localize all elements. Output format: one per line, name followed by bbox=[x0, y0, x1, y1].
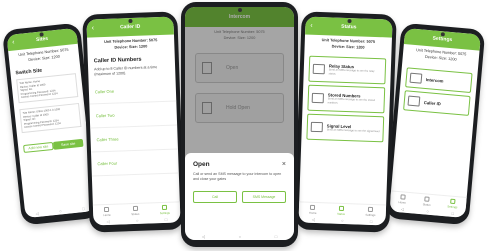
relay-status-card[interactable]: Relay Status Send an SMS message to see t… bbox=[308, 55, 387, 85]
caller-id-section-title: Caller ID Numbers bbox=[93, 56, 142, 65]
intercom-card[interactable]: Intercom bbox=[405, 67, 473, 94]
back-icon[interactable]: ◁ bbox=[312, 217, 315, 222]
close-icon[interactable]: × bbox=[282, 161, 286, 168]
modal-text: Call or send an SMS message to your inte… bbox=[193, 172, 282, 181]
caller-id-icon bbox=[407, 95, 421, 107]
recents-icon[interactable]: □ bbox=[82, 206, 85, 211]
caller-id-label: Caller ID bbox=[423, 99, 442, 106]
stored-numbers-sub: Send an SMS message to see the stored nu… bbox=[327, 97, 376, 105]
system-nav-bar: ◁ ○ □ bbox=[185, 233, 294, 240]
home-icon[interactable]: ○ bbox=[239, 234, 241, 239]
nav-label: Status bbox=[131, 211, 140, 216]
recents-icon[interactable]: □ bbox=[275, 234, 277, 239]
home-icon[interactable]: ○ bbox=[59, 208, 62, 213]
nav-label: Settings bbox=[365, 212, 376, 217]
showcase-stage: ‹ Sites Unit Telephone Number: 5075 Devi… bbox=[0, 0, 492, 251]
status-icon bbox=[424, 195, 430, 202]
site-card-1[interactable]: Site Name: Home Device: Caller Id 1000 S… bbox=[16, 73, 79, 104]
modal-title: Open bbox=[193, 161, 210, 168]
back-arrow-icon[interactable]: ‹ bbox=[310, 22, 313, 29]
home-icon[interactable]: ○ bbox=[341, 218, 344, 223]
back-icon[interactable]: ◁ bbox=[35, 211, 39, 216]
sites-title: Sites bbox=[35, 35, 49, 44]
settings-screen: Settings Unit Telephone Number: 5075 Dev… bbox=[389, 28, 481, 218]
status-icon bbox=[132, 205, 138, 211]
recents-icon[interactable]: □ bbox=[165, 217, 168, 222]
camera-dot bbox=[127, 18, 133, 24]
system-nav-bar: ◁ ○ □ bbox=[24, 203, 96, 219]
nav-label: Home bbox=[103, 212, 111, 217]
signal-icon bbox=[310, 121, 323, 133]
nav-settings[interactable]: Settings bbox=[447, 198, 458, 209]
phone-intercom: Intercom Unit Telephone Number: 5075 Dev… bbox=[181, 2, 298, 247]
back-icon[interactable]: ◁ bbox=[107, 219, 110, 224]
nav-settings[interactable]: Settings bbox=[159, 204, 170, 215]
signal-level-sub: Send an SMS message to see the signal le… bbox=[326, 128, 380, 133]
nav-home[interactable]: Home bbox=[398, 193, 407, 205]
sites-screen: ‹ Sites Unit Telephone Number: 5075 Devi… bbox=[6, 27, 96, 219]
nav-home[interactable]: Home bbox=[103, 206, 111, 217]
nav-label: Home bbox=[398, 199, 407, 205]
relay-icon bbox=[312, 63, 326, 75]
caller-four-row[interactable]: Caller Four bbox=[91, 149, 179, 177]
recents-icon[interactable]: □ bbox=[451, 211, 454, 216]
status-icon bbox=[338, 205, 344, 211]
save-site-button[interactable]: Save site bbox=[52, 138, 84, 150]
nav-status[interactable]: Status bbox=[422, 195, 432, 207]
caller-id-screen: ‹ Caller ID Unit Telephone Number: 5075 … bbox=[86, 16, 181, 226]
home-icon bbox=[310, 204, 316, 210]
settings-title: Settings bbox=[432, 35, 453, 44]
nav-status[interactable]: Status bbox=[131, 205, 140, 216]
nav-label: Settings bbox=[159, 210, 170, 215]
add-site-button[interactable]: Add new site bbox=[23, 141, 54, 153]
home-icon bbox=[104, 206, 110, 212]
recents-icon[interactable]: □ bbox=[370, 219, 373, 224]
caller-id-meta: Unit Telephone Number: 5075 Device: Size… bbox=[87, 38, 174, 52]
stored-numbers-card[interactable]: Stored Numbers Send an SMS message to see… bbox=[307, 84, 386, 114]
sites-actions: Add new site Save site bbox=[23, 138, 84, 153]
caller-three-row[interactable]: Caller Three bbox=[90, 125, 178, 153]
back-icon[interactable]: ◁ bbox=[202, 234, 205, 239]
camera-dot bbox=[237, 8, 242, 12]
list-icon bbox=[311, 92, 324, 104]
open-modal: Open × Call or send an SMS message to yo… bbox=[185, 153, 294, 233]
relay-status-sub: Send an SMS message to see the relay sta… bbox=[328, 68, 375, 76]
gear-icon bbox=[450, 198, 456, 204]
sms-message-button[interactable]: SMS Message bbox=[242, 191, 286, 204]
gear-icon bbox=[368, 206, 374, 212]
nav-home[interactable]: Home bbox=[308, 204, 317, 215]
caller-id-title: Caller ID bbox=[119, 23, 141, 31]
back-arrow-icon[interactable]: ‹ bbox=[92, 25, 95, 32]
nav-label: Status bbox=[336, 211, 345, 216]
intercom-icon bbox=[409, 72, 423, 84]
phone-caller-id: ‹ Caller ID Unit Telephone Number: 5075 … bbox=[82, 11, 185, 233]
nav-label: Settings bbox=[447, 203, 458, 209]
signal-level-card[interactable]: Signal Level Send an SMS message to see t… bbox=[306, 113, 385, 143]
call-button[interactable]: Call bbox=[193, 191, 237, 204]
home-icon[interactable]: ○ bbox=[136, 218, 139, 223]
status-title: Status bbox=[341, 23, 357, 31]
intercom-label: Intercom bbox=[425, 76, 444, 84]
camera-dot bbox=[346, 18, 352, 24]
gear-icon bbox=[162, 204, 168, 210]
phone-settings: Settings Unit Telephone Number: 5075 Dev… bbox=[384, 22, 486, 226]
intercom-screen: Intercom Unit Telephone Number: 5075 Dev… bbox=[185, 7, 294, 240]
back-icon[interactable]: ◁ bbox=[401, 206, 405, 211]
nav-status[interactable]: Status bbox=[336, 205, 345, 216]
caller-id-card[interactable]: Caller ID bbox=[403, 90, 471, 116]
nav-label: Status bbox=[422, 201, 431, 207]
nav-settings[interactable]: Settings bbox=[365, 206, 376, 217]
nav-label: Home bbox=[308, 210, 317, 215]
home-icon[interactable]: ○ bbox=[426, 209, 429, 214]
site-card-2[interactable]: Site Name: Office 1000 1 A 1000 Device: … bbox=[19, 102, 82, 134]
home-icon bbox=[399, 193, 406, 200]
caller-id-description: Add up to 8 Caller ID numbers at a time … bbox=[94, 65, 158, 76]
phone-status: ‹ Status Unit Telephone Number: 5075 Dev… bbox=[294, 11, 397, 233]
back-arrow-icon[interactable]: ‹ bbox=[12, 39, 15, 46]
status-screen: ‹ Status Unit Telephone Number: 5075 Dev… bbox=[298, 16, 393, 226]
caller-one-row[interactable]: Caller One bbox=[88, 77, 177, 105]
caller-two-row[interactable]: Caller Two bbox=[89, 101, 178, 129]
